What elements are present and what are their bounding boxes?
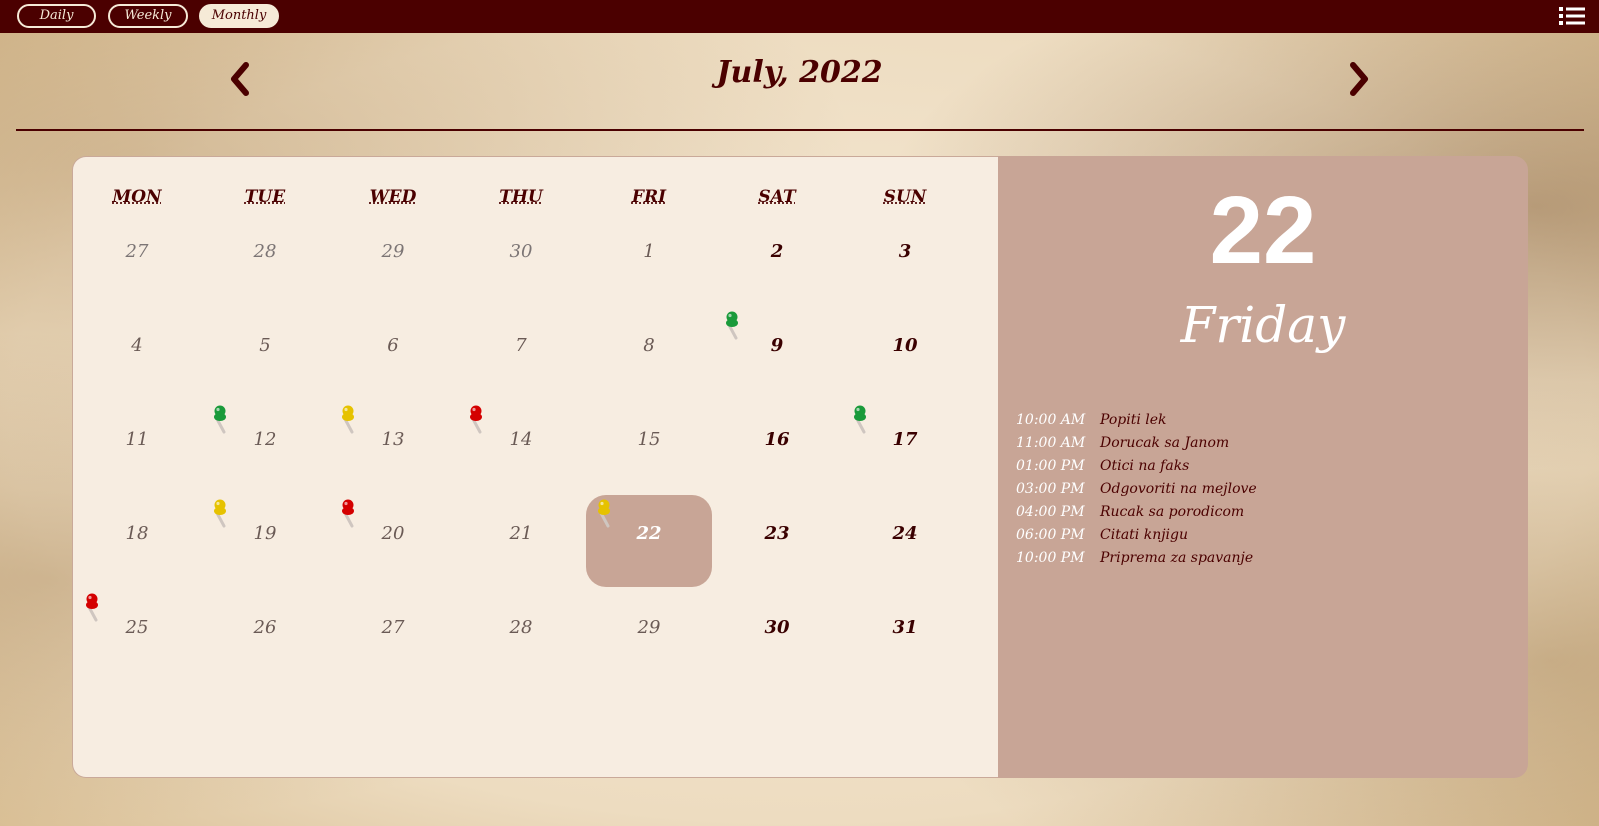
day-cell[interactable]: 26 bbox=[201, 533, 329, 638]
daily-view-button[interactable]: Daily bbox=[17, 4, 96, 28]
pushpin-icon bbox=[726, 311, 738, 340]
pushpin-icon bbox=[598, 499, 610, 528]
pushpin-icon bbox=[854, 405, 866, 434]
day-number: 28 bbox=[509, 617, 533, 638]
day-number: 31 bbox=[892, 617, 918, 638]
event-time: 10:00 PM bbox=[1016, 550, 1085, 566]
event-item[interactable]: 10:00 PM Priprema za spavanje bbox=[1016, 550, 1257, 573]
day-number: 30 bbox=[764, 617, 790, 638]
day-detail-panel: 22 Friday 10:00 AM Popiti lek 11:00 AM Doru… bbox=[998, 156, 1528, 778]
monthly-view-button[interactable]: Monthly bbox=[199, 4, 279, 28]
pushpin-icon bbox=[214, 405, 226, 434]
header-divider bbox=[16, 129, 1584, 131]
day-cell[interactable]: 21 bbox=[457, 439, 585, 544]
day-cell[interactable]: 12 bbox=[201, 345, 329, 450]
day-cell[interactable]: 9 bbox=[713, 251, 841, 356]
event-item[interactable]: 06:00 PM Citati knjigu bbox=[1016, 527, 1257, 550]
event-time: 11:00 AM bbox=[1016, 435, 1086, 451]
event-time: 10:00 AM bbox=[1016, 412, 1086, 428]
day-number: 27 bbox=[381, 617, 405, 638]
day-cell[interactable]: 5 bbox=[201, 251, 329, 356]
event-item[interactable]: 11:00 AM Dorucak sa Janom bbox=[1016, 435, 1257, 458]
pushpin-icon bbox=[86, 593, 98, 622]
day-cell[interactable]: 17 bbox=[841, 345, 969, 450]
day-cell[interactable]: 27 bbox=[73, 157, 201, 262]
day-cell-selected[interactable]: 22 bbox=[585, 439, 713, 587]
chevron-right-icon[interactable] bbox=[1347, 61, 1371, 97]
selected-date-number: 22 bbox=[1209, 177, 1317, 284]
day-cell[interactable]: 18 bbox=[73, 439, 201, 544]
day-cell[interactable]: 1 bbox=[585, 157, 713, 262]
pushpin-icon bbox=[342, 405, 354, 434]
event-time: 03:00 PM bbox=[1016, 481, 1085, 497]
pushpin-icon bbox=[470, 405, 482, 434]
day-cell[interactable]: 6 bbox=[329, 251, 457, 356]
pushpin-icon bbox=[342, 499, 354, 528]
event-list: 10:00 AM Popiti lek 11:00 AM Dorucak sa Jan… bbox=[1016, 412, 1257, 573]
day-cell[interactable]: 29 bbox=[585, 533, 713, 638]
day-cell[interactable]: 14 bbox=[457, 345, 585, 450]
event-title: Priprema za spavanje bbox=[1100, 550, 1254, 566]
day-cell[interactable]: 15 bbox=[585, 345, 713, 450]
day-cell[interactable]: 29 bbox=[329, 157, 457, 262]
day-cell[interactable]: 2 bbox=[713, 157, 841, 262]
day-number: 29 bbox=[637, 617, 661, 638]
event-title: Dorucak sa Janom bbox=[1100, 435, 1230, 451]
day-cell[interactable]: 24 bbox=[841, 439, 969, 544]
day-cell[interactable]: 20 bbox=[329, 439, 457, 544]
day-cell[interactable]: 27 bbox=[329, 533, 457, 638]
list-icon[interactable] bbox=[1559, 6, 1585, 26]
day-cell[interactable]: 13 bbox=[329, 345, 457, 450]
day-cell[interactable]: 19 bbox=[201, 439, 329, 544]
event-time: 04:00 PM bbox=[1016, 504, 1085, 520]
day-cell[interactable]: 10 bbox=[841, 251, 969, 356]
top-toolbar: Daily Weekly Monthly bbox=[0, 0, 1599, 33]
day-cell[interactable]: 30 bbox=[713, 533, 841, 638]
day-cell[interactable]: 16 bbox=[713, 345, 841, 450]
event-title: Otici na faks bbox=[1100, 458, 1190, 474]
day-number: 26 bbox=[253, 617, 277, 638]
event-item[interactable]: 04:00 PM Rucak sa porodicom bbox=[1016, 504, 1257, 527]
event-item[interactable]: 01:00 PM Otici na faks bbox=[1016, 458, 1257, 481]
pushpin-icon bbox=[214, 499, 226, 528]
day-cell[interactable]: 3 bbox=[841, 157, 969, 262]
event-title: Rucak sa porodicom bbox=[1100, 504, 1245, 520]
event-title: Popiti lek bbox=[1100, 412, 1167, 428]
event-title: Odgovoriti na mejlove bbox=[1100, 481, 1257, 497]
day-cell[interactable]: 7 bbox=[457, 251, 585, 356]
weekly-view-button[interactable]: Weekly bbox=[108, 4, 188, 28]
day-cell[interactable]: 30 bbox=[457, 157, 585, 262]
month-navigation: July, 2022 bbox=[0, 33, 1599, 129]
day-cell[interactable]: 4 bbox=[73, 251, 201, 356]
day-cell[interactable]: 23 bbox=[713, 439, 841, 544]
month-calendar-grid: MON TUE WED THU FRI SAT SUN 27 28 29 30 1 2 3 4 5 6 7 8 9 10… bbox=[72, 156, 998, 778]
event-item[interactable]: 03:00 PM Odgovoriti na mejlove bbox=[1016, 481, 1257, 504]
selected-weekday: Friday bbox=[1180, 296, 1346, 354]
event-time: 01:00 PM bbox=[1016, 458, 1085, 474]
day-cell[interactable]: 25 bbox=[73, 533, 201, 638]
event-time: 06:00 PM bbox=[1016, 527, 1085, 543]
day-cell[interactable]: 28 bbox=[457, 533, 585, 638]
event-item[interactable]: 10:00 AM Popiti lek bbox=[1016, 412, 1257, 435]
day-cell[interactable]: 11 bbox=[73, 345, 201, 450]
day-cell[interactable]: 8 bbox=[585, 251, 713, 356]
event-title: Citati knjigu bbox=[1100, 527, 1189, 543]
day-cell[interactable]: 28 bbox=[201, 157, 329, 262]
day-cell[interactable]: 31 bbox=[841, 533, 969, 638]
